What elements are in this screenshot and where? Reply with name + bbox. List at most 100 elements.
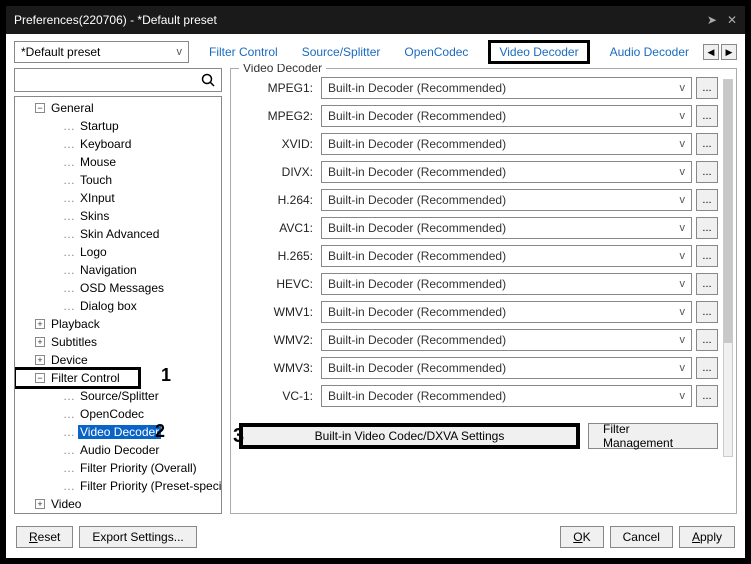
tree-item-mouse[interactable]: …Mouse [15, 153, 221, 171]
expand-icon[interactable]: + [35, 355, 45, 365]
tree-label: Dialog box [78, 299, 139, 313]
tree-item-dialog-box[interactable]: …Dialog box [15, 297, 221, 315]
tree-item-touch[interactable]: …Touch [15, 171, 221, 189]
tree-item-startup[interactable]: … Startup [15, 117, 221, 135]
tree-item-xinput[interactable]: …XInput [15, 189, 221, 207]
export-settings-button[interactable]: Export Settings... [79, 526, 196, 548]
decoder-select[interactable]: Built-in Decoder (Recommended) [321, 189, 692, 211]
expand-icon[interactable]: + [35, 337, 45, 347]
tree-label: Filter Priority (Preset-specific) [78, 479, 222, 493]
tab-prev-button[interactable]: ◀ [703, 44, 719, 60]
tree-item-skin-advanced[interactable]: …Skin Advanced [15, 225, 221, 243]
tree-item-playback[interactable]: +Playback [15, 315, 221, 333]
decoder-more-button[interactable]: ... [696, 273, 718, 295]
filter-management-button[interactable]: Filter Management [588, 423, 718, 449]
tree-label: Subtitles [49, 335, 99, 349]
tree-item-skins[interactable]: …Skins [15, 207, 221, 225]
tree-item-filter-priority-preset-specific-[interactable]: … Filter Priority (Preset-specific) [15, 477, 221, 495]
close-icon[interactable]: ✕ [727, 13, 737, 27]
decoder-more-button[interactable]: ... [696, 385, 718, 407]
search-icon[interactable] [199, 71, 217, 89]
decoder-select[interactable]: Built-in Decoder (Recommended) [321, 273, 692, 295]
decoder-select[interactable]: Built-in Decoder (Recommended) [321, 105, 692, 127]
dxva-settings-button[interactable]: Built-in Video Codec/DXVA Settings [239, 423, 580, 449]
tree-label: Device [49, 353, 90, 367]
expand-icon[interactable]: + [35, 319, 45, 329]
decoder-more-button[interactable]: ... [696, 245, 718, 267]
tree-item-opencodec[interactable]: …OpenCodec [15, 405, 221, 423]
tab-row: Filter Control Source/Splitter OpenCodec Vi… [199, 40, 693, 64]
cancel-button[interactable]: Cancel [610, 526, 673, 548]
tree-item-osd-messages[interactable]: …OSD Messages [15, 279, 221, 297]
preferences-window: Preferences(220706) - *Default preset ➤ … [0, 0, 751, 564]
pin-icon[interactable]: ➤ [707, 13, 717, 27]
tree-item-source-splitter[interactable]: …Source/Splitter [15, 387, 221, 405]
decoder-select[interactable]: Built-in Decoder (Recommended) [321, 133, 692, 155]
panel-scrollbar[interactable] [723, 79, 733, 457]
tree-branch-icon: … [63, 407, 74, 421]
tree-item-filter-control[interactable]: −Filter Control1 [15, 369, 221, 387]
decoder-more-button[interactable]: ... [696, 217, 718, 239]
tab-source-splitter[interactable]: Source/Splitter [298, 43, 385, 61]
decoder-label: AVC1: [239, 221, 317, 235]
tree-item-video[interactable]: + Video [15, 495, 221, 513]
tree-branch-icon: … [63, 137, 74, 151]
tab-filter-control[interactable]: Filter Control [205, 43, 282, 61]
tab-next-button[interactable]: ▶ [721, 44, 737, 60]
tree-item-audio-decoder[interactable]: …Audio Decoder [15, 441, 221, 459]
tree-label: Startup [78, 119, 121, 133]
expand-icon[interactable]: + [35, 499, 45, 509]
callout-3: 3 [233, 425, 244, 448]
decoder-row-avc1: AVC1: Built-in Decoder (Recommended)... [239, 217, 718, 239]
decoder-label: H.264: [239, 193, 317, 207]
decoder-label: MPEG1: [239, 81, 317, 95]
decoder-more-button[interactable]: ... [696, 189, 718, 211]
decoder-more-button[interactable]: ... [696, 329, 718, 351]
decoder-select[interactable]: Built-in Decoder (Recommended) [321, 245, 692, 267]
tree-item-navigation[interactable]: …Navigation [15, 261, 221, 279]
tree-branch-icon: … [63, 245, 74, 259]
tree-branch-icon: … [63, 119, 74, 133]
decoder-row-wmv3: WMV3:Built-in Decoder (Recommended)... [239, 357, 718, 379]
tab-audio-decoder[interactable]: Audio Decoder [606, 43, 693, 61]
decoder-select[interactable]: Built-in Decoder (Recommended) [321, 77, 692, 99]
tree-label: Audio Decoder [78, 443, 161, 457]
tree-item-filter-priority-overall-[interactable]: …Filter Priority (Overall) [15, 459, 221, 477]
search-input[interactable] [19, 73, 199, 87]
tree-item-keyboard[interactable]: …Keyboard [15, 135, 221, 153]
tree-label: Video [49, 497, 83, 511]
category-tree[interactable]: −General … Startup …Keyboard…Mouse…Touch…XI… [14, 96, 222, 514]
reset-button[interactable]: Reset [16, 526, 73, 548]
tree-branch-icon: … [63, 227, 74, 241]
scrollbar-thumb[interactable] [724, 80, 732, 343]
tree-item-logo[interactable]: …Logo [15, 243, 221, 261]
ok-button[interactable]: OK [560, 526, 603, 548]
collapse-icon[interactable]: − [35, 103, 45, 113]
search-box[interactable] [14, 68, 222, 92]
decoder-select[interactable]: Built-in Decoder (Recommended) [321, 217, 692, 239]
tree-branch-icon: … [63, 479, 74, 493]
decoder-label: VC-1: [239, 389, 317, 403]
tab-opencodec[interactable]: OpenCodec [400, 43, 472, 61]
preset-dropdown[interactable]: *Default preset [14, 41, 189, 63]
tab-video-decoder[interactable]: Video Decoder [488, 40, 589, 64]
decoder-label: DIVX: [239, 165, 317, 179]
decoder-select[interactable]: Built-in Decoder (Recommended) [321, 329, 692, 351]
tree-branch-icon: … [63, 389, 74, 403]
tree-item-video-decoder[interactable]: …Video Decoder2 [15, 423, 221, 441]
decoder-more-button[interactable]: ... [696, 105, 718, 127]
decoder-select[interactable]: Built-in Decoder (Recommended) [321, 357, 692, 379]
decoder-more-button[interactable]: ... [696, 77, 718, 99]
decoder-more-button[interactable]: ... [696, 133, 718, 155]
tree-label: Navigation [78, 263, 139, 277]
decoder-more-button[interactable]: ... [696, 161, 718, 183]
decoder-select[interactable]: Built-in Decoder (Recommended) [321, 301, 692, 323]
decoder-more-button[interactable]: ... [696, 357, 718, 379]
decoder-more-button[interactable]: ... [696, 301, 718, 323]
tree-item-subtitles[interactable]: + Subtitles [15, 333, 221, 351]
apply-button[interactable]: Apply [679, 526, 735, 548]
decoder-select[interactable]: Built-in Decoder (Recommended) [321, 385, 692, 407]
tree-item-general[interactable]: −General [15, 99, 221, 117]
decoder-select[interactable]: Built-in Decoder (Recommended) [321, 161, 692, 183]
decoder-label: XVID: [239, 137, 317, 151]
